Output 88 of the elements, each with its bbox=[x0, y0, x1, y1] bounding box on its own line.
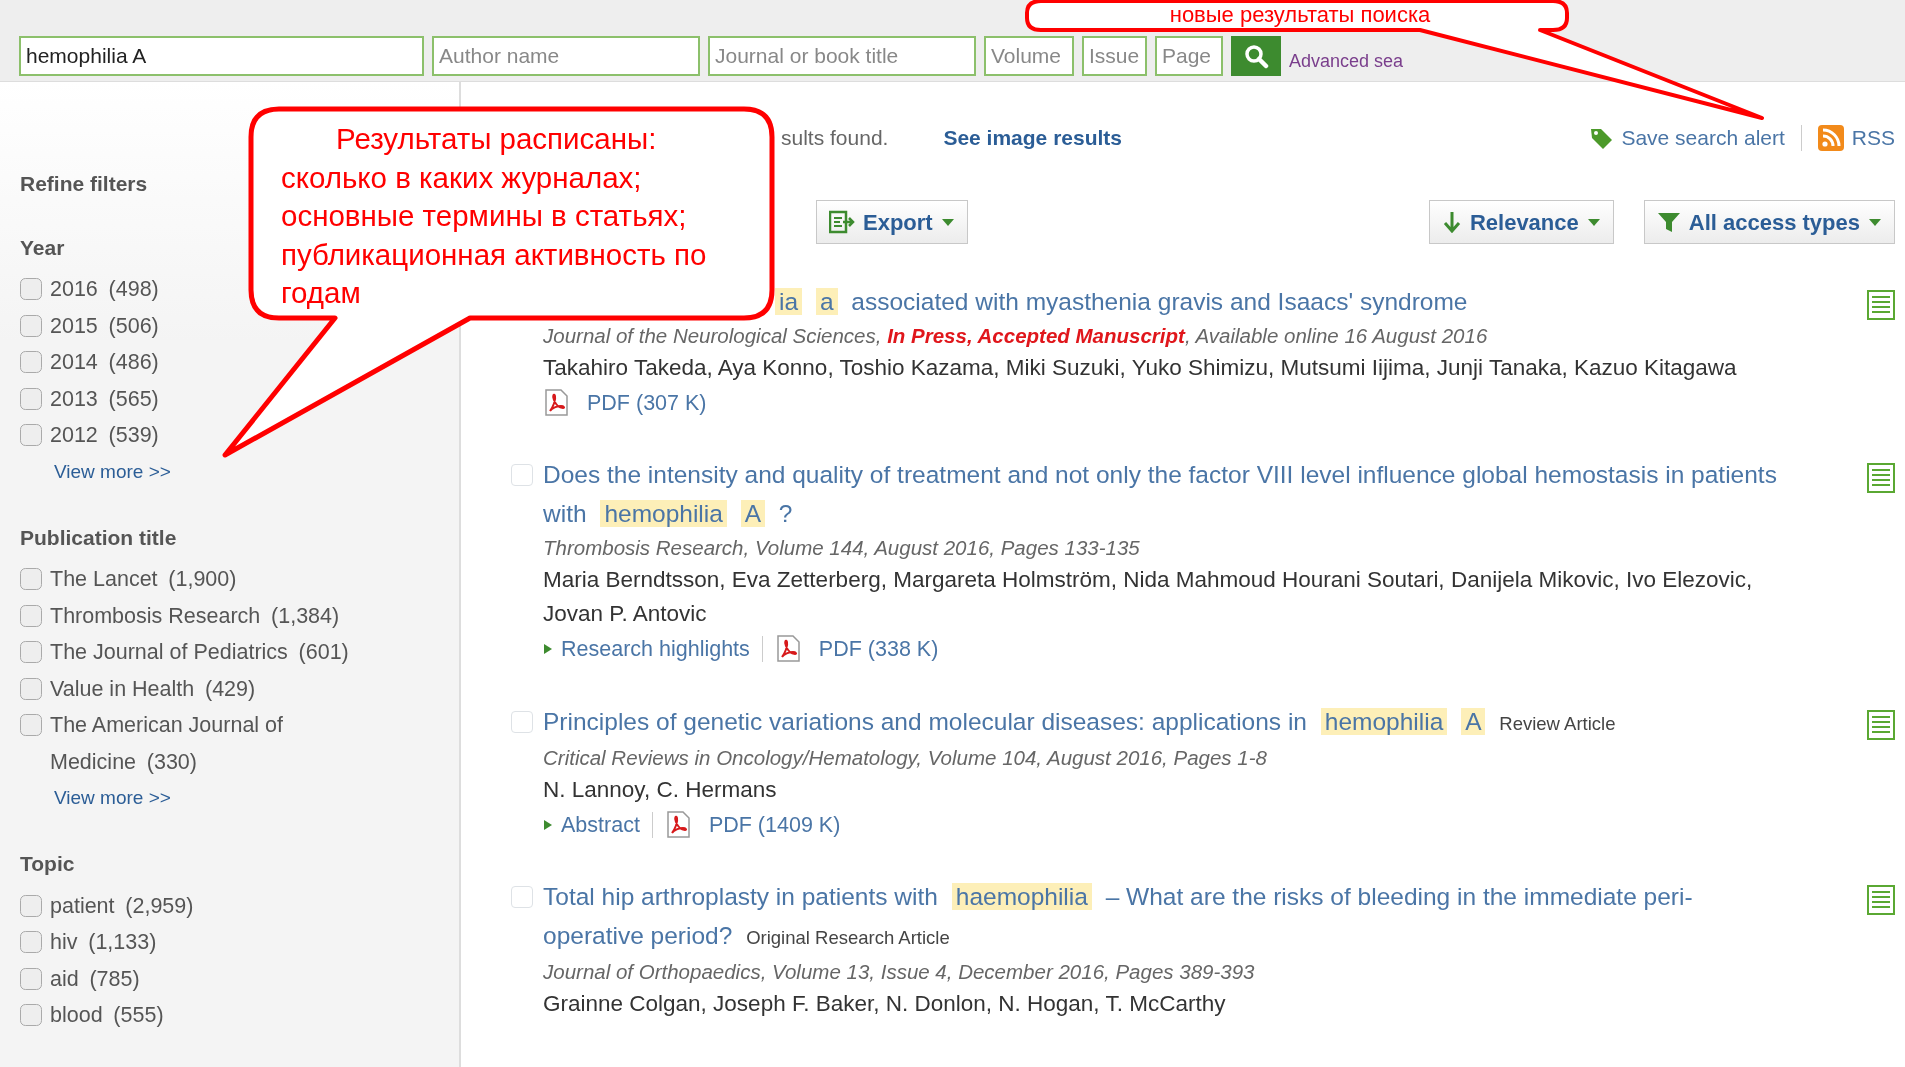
result-authors: N. Lannoy, C. Hermans bbox=[543, 775, 778, 804]
filter-checkbox[interactable] bbox=[20, 1004, 42, 1026]
results-count: sults found. bbox=[781, 125, 889, 151]
search-field[interactable]: Volume bbox=[984, 36, 1074, 76]
filter-checkbox[interactable] bbox=[20, 604, 42, 627]
image-results-link[interactable]: See image results bbox=[943, 122, 1122, 154]
result-checkbox[interactable] bbox=[511, 885, 533, 908]
filter-checkbox[interactable] bbox=[20, 677, 42, 700]
list-icon[interactable] bbox=[1867, 709, 1895, 740]
sort-dropdown[interactable]: Relevance bbox=[1428, 200, 1614, 244]
export-icon bbox=[829, 210, 855, 234]
filter-group-title: Topic bbox=[20, 851, 75, 877]
filter-checkbox[interactable] bbox=[20, 351, 42, 373]
pdf-link[interactable]: PDF (307 K) bbox=[587, 387, 707, 420]
filter-label[interactable]: Thrombosis Research (1,384) bbox=[50, 597, 340, 634]
rss-link[interactable]: RSS bbox=[1817, 122, 1895, 154]
filter-label[interactable]: 2015 (506) bbox=[50, 307, 159, 344]
search-field[interactable]: Journal or book title bbox=[708, 36, 976, 76]
result-title[interactable]: ia a associated with myasthenia gravis and Isaacs' syndrome bbox=[775, 282, 1475, 321]
search-button[interactable] bbox=[1231, 36, 1281, 76]
result-authors: Maria Berndtsson, Eva Zetterberg, Margareta Holmström, Nida Mahmoud Hourani Soutari, Danijela Mikovic, Ivo Elezovic, Jovan P. Antovic bbox=[543, 566, 1754, 629]
triangle-icon bbox=[543, 818, 553, 831]
result-source: Journal of Orthopaedics, Volume 13, Issue 4, December 2016, Pages 389-393 bbox=[543, 958, 1256, 985]
caret-icon bbox=[1586, 216, 1601, 228]
filter-label[interactable]: Value in Health (429) bbox=[50, 670, 256, 707]
search-icon bbox=[1243, 43, 1269, 69]
result-authors: Grainne Colgan, Joseph F. Baker, N. Donlon, N. Hogan, T. McCarthy bbox=[543, 989, 1227, 1018]
filter-checkbox[interactable] bbox=[20, 314, 42, 337]
advanced-search-link[interactable]: Advanced sea bbox=[1289, 48, 1404, 75]
filter-checkbox[interactable] bbox=[20, 894, 42, 917]
sidebar-heading: Refine filters bbox=[20, 171, 148, 197]
result-checkbox[interactable] bbox=[511, 464, 533, 487]
filter-checkbox[interactable] bbox=[20, 387, 42, 410]
filter-checkbox[interactable] bbox=[20, 568, 42, 590]
filter-label[interactable]: aid (785) bbox=[50, 960, 140, 997]
callout-text: Результаты расписаны: сколько в каких журналах; основные термины в статьях; публикационная активность по годам bbox=[281, 121, 708, 311]
filter-label[interactable]: 2012 (539) bbox=[50, 417, 159, 454]
view-more-link[interactable]: View more >> bbox=[54, 453, 171, 490]
result-checkbox[interactable] bbox=[511, 710, 533, 733]
result-title[interactable]: Principles of genetic variations and molecular diseases: applications in hemophilia A Review Article bbox=[543, 701, 1793, 743]
filter-label[interactable]: The Lancet (1,900) bbox=[50, 561, 237, 598]
pdf-icon[interactable] bbox=[664, 810, 691, 839]
filter-label[interactable]: 2013 (565) bbox=[50, 380, 159, 417]
access-filter-dropdown[interactable]: All access types bbox=[1643, 200, 1895, 244]
result-source: Critical Reviews in Oncology/Hematology, Volume 104, August 2016, Pages 1-8 bbox=[543, 744, 1268, 771]
search-field[interactable]: hemophilia A bbox=[19, 36, 424, 76]
view-more-link[interactable]: View more >> bbox=[54, 780, 171, 816]
triangle-icon bbox=[543, 643, 553, 656]
list-icon[interactable] bbox=[1867, 463, 1895, 494]
save-search-alert-link[interactable]: Save search alert bbox=[1589, 122, 1785, 154]
list-icon[interactable] bbox=[1867, 290, 1895, 320]
pdf-icon[interactable] bbox=[774, 635, 801, 664]
result-source: Thrombosis Research, Volume 144, August 2016, Pages 133-135 bbox=[543, 535, 1141, 562]
down-arrow-icon bbox=[1441, 211, 1462, 233]
filter-label[interactable]: patient (2,959) bbox=[50, 887, 194, 924]
list-icon[interactable] bbox=[1867, 884, 1895, 915]
result-authors: Takahiro Takeda, Aya Konno, Toshio Kazama, Miki Suzuki, Yuko Shimizu, Mutsumi Iijima, Junji Tanaka, Kazuo Kitagawa bbox=[543, 354, 1738, 382]
callout-text: новые результаты поиска bbox=[1168, 2, 1432, 28]
result-title[interactable]: Does the intensity and quality of treatment and not only the factor VIII level influence global hemostasis in patients with hemophilia A ? bbox=[543, 455, 1793, 534]
rss-icon bbox=[1817, 124, 1844, 151]
filter-group-title: Year bbox=[20, 234, 65, 261]
search-field[interactable]: Page bbox=[1155, 36, 1223, 76]
filter-checkbox[interactable] bbox=[20, 641, 42, 663]
filter-label[interactable]: The Journal of Pediatrics (601) bbox=[50, 634, 349, 671]
caret-icon bbox=[1868, 216, 1882, 228]
expand-link[interactable]: Abstract bbox=[543, 808, 640, 841]
export-button[interactable]: Export bbox=[816, 200, 968, 244]
pdf-icon[interactable] bbox=[543, 389, 569, 418]
filter-label[interactable]: blood (555) bbox=[50, 997, 164, 1034]
filter-checkbox[interactable] bbox=[20, 967, 42, 990]
filter-group-title: Publication title bbox=[20, 524, 177, 551]
pdf-link[interactable]: PDF (338 K) bbox=[818, 633, 939, 666]
expand-link[interactable]: Research highlights bbox=[543, 633, 750, 666]
filter-icon bbox=[1656, 211, 1681, 233]
filter-label[interactable]: hiv (1,133) bbox=[50, 924, 157, 961]
filter-checkbox[interactable] bbox=[20, 931, 42, 953]
filter-checkbox[interactable] bbox=[20, 278, 42, 300]
result-source: Journal of the Neurological Sciences, In Press, Accepted Manuscript, Available online 16 August 2016 bbox=[543, 323, 1489, 349]
result-title[interactable]: Total hip arthroplasty in patients with haemophilia – What are the risks of bleeding in the immediate peri-operative period? Original Research Article bbox=[543, 876, 1793, 957]
filter-checkbox[interactable] bbox=[20, 424, 42, 446]
search-field[interactable]: Author name bbox=[432, 36, 700, 76]
filter-label[interactable]: 2016 (498) bbox=[50, 271, 159, 308]
search-field[interactable]: Issue bbox=[1082, 36, 1147, 76]
filter-label[interactable]: The American Journal of Medicine (330) bbox=[50, 707, 370, 780]
caret-icon bbox=[940, 216, 955, 228]
filter-label[interactable]: 2014 (486) bbox=[50, 344, 159, 381]
pdf-link[interactable]: PDF (1409 K) bbox=[708, 808, 841, 841]
filter-checkbox[interactable] bbox=[20, 714, 42, 736]
